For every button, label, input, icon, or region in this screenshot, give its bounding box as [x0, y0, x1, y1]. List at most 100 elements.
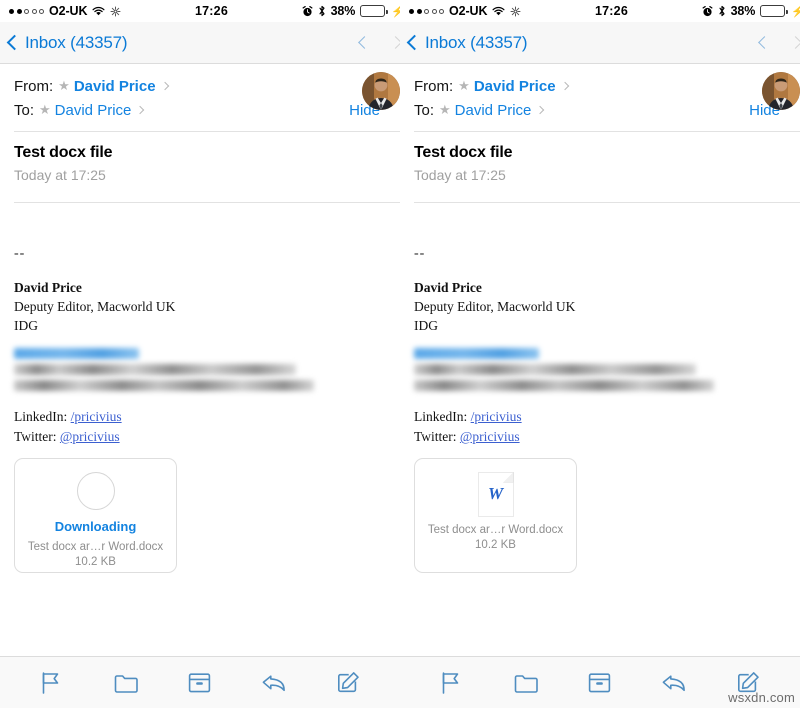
back-label: Inbox (43357) [425, 32, 528, 52]
back-to-inbox-button[interactable]: Inbox (43357) [406, 32, 528, 53]
twitter-row: Twitter: @pricivius [14, 427, 398, 447]
signature-separator: -- [414, 246, 426, 261]
attachment-state-label: Downloading [54, 518, 137, 534]
signal-strength-icon [409, 8, 444, 14]
linkedin-link[interactable]: /pricivius [471, 409, 522, 424]
redacted-address-line [414, 380, 714, 392]
twitter-link[interactable]: @pricivius [460, 429, 520, 444]
message-date: Today at 17:25 [14, 167, 106, 183]
header-divider [414, 131, 800, 132]
to-label: To: [414, 101, 435, 119]
attachment-card[interactable]: W Test docx ar…r Word.docx 10.2 KB [414, 457, 577, 573]
message-subject: Test docx file [14, 144, 113, 161]
redacted-contact-details [414, 348, 798, 392]
move-to-folder-button[interactable] [104, 663, 148, 703]
linkedin-row: LinkedIn: /pricivius [14, 407, 398, 427]
archive-button[interactable] [578, 663, 622, 703]
star-icon[interactable]: ★ [58, 78, 70, 94]
folder-icon [514, 672, 538, 694]
chevron-right-icon [536, 105, 545, 115]
chevron-left-icon [406, 34, 423, 51]
message-subject: Test docx file [414, 144, 513, 161]
redacted-email-line [14, 348, 139, 360]
signature-title: Deputy Editor, Macworld UK [14, 299, 176, 315]
word-letter: W [487, 484, 504, 504]
navigation-bar: Inbox (43357) [0, 22, 400, 64]
star-icon[interactable]: ★ [458, 78, 470, 94]
archive-button[interactable] [178, 663, 222, 703]
phone-screenshot-left: O2-UK 17:26 38% ⚡ Inbox (43357) From: ★ … [0, 0, 400, 708]
battery-icon [760, 5, 788, 17]
charging-bolt-icon: ⚡ [391, 5, 400, 18]
back-to-inbox-button[interactable]: Inbox (43357) [6, 33, 128, 53]
clock-label: 17:26 [595, 4, 628, 18]
message-header: From: ★ David Price To: ★ David Price Hi… [0, 64, 400, 132]
flag-icon [40, 671, 62, 695]
flag-button[interactable] [429, 663, 473, 703]
attachment-filesize: 10.2 KB [475, 538, 516, 551]
linkedin-label: LinkedIn: [14, 409, 68, 425]
header-divider [14, 131, 400, 132]
reply-button[interactable] [252, 663, 296, 703]
bottom-toolbar [400, 656, 800, 708]
redacted-phone-line [14, 364, 296, 376]
move-to-folder-button[interactable] [504, 663, 548, 703]
message-body: -- David Price Deputy Editor, Macworld U… [400, 203, 800, 573]
chevron-right-icon [560, 81, 569, 91]
reply-button[interactable] [652, 663, 696, 703]
wifi-icon [92, 6, 105, 16]
carrier-label: O2-UK [49, 4, 88, 18]
social-links: LinkedIn: /pricivius Twitter: @pricivius [14, 407, 398, 446]
redacted-contact-details [14, 348, 398, 392]
signature-block: David Price Deputy Editor, Macworld UK I… [14, 278, 398, 335]
twitter-link[interactable]: @pricivius [60, 429, 120, 444]
sync-icon [510, 6, 521, 17]
chevron-left-icon [6, 34, 23, 51]
status-bar: O2-UK 17:26 38% ⚡ [400, 0, 800, 22]
star-icon[interactable]: ★ [39, 102, 51, 118]
compose-button[interactable] [327, 663, 371, 703]
battery-percent-label: 38% [330, 4, 356, 18]
message-body: -- David Price Deputy Editor, Macworld U… [0, 203, 400, 573]
to-contact-name[interactable]: David Price [455, 102, 532, 119]
signature-block: David Price Deputy Editor, Macworld UK I… [414, 278, 798, 335]
from-label: From: [14, 77, 54, 95]
twitter-label: Twitter: [14, 429, 57, 445]
linkedin-link[interactable]: /pricivius [71, 409, 122, 424]
previous-message-button[interactable] [758, 36, 771, 49]
redacted-address-line [14, 380, 314, 392]
word-document-icon: W [477, 471, 514, 517]
signature-name: David Price [414, 280, 482, 295]
linkedin-label: LinkedIn: [414, 409, 468, 425]
twitter-label: Twitter: [414, 429, 457, 445]
reply-icon [661, 672, 687, 694]
contact-avatar[interactable] [362, 72, 400, 110]
contact-avatar[interactable] [762, 72, 800, 110]
compose-icon [337, 671, 360, 694]
flag-icon [440, 671, 462, 695]
signature-company: IDG [414, 318, 438, 334]
flag-button[interactable] [29, 663, 73, 703]
next-message-button [389, 36, 400, 49]
attachment-card[interactable]: Downloading Test docx ar…r Word.docx 10.… [14, 457, 177, 573]
archive-icon [188, 672, 211, 694]
phone-screenshot-right: O2-UK 17:26 38% ⚡ Inbox (43357) From: ★ … [400, 0, 800, 708]
redacted-phone-line [414, 364, 696, 376]
charging-bolt-icon: ⚡ [791, 5, 800, 18]
from-contact-name[interactable]: David Price [474, 78, 556, 95]
from-contact-name[interactable]: David Price [74, 78, 156, 95]
progress-ring-icon [76, 471, 115, 510]
to-contact-name[interactable]: David Price [55, 102, 132, 119]
compose-button[interactable] [727, 663, 771, 703]
signature-company: IDG [14, 318, 38, 334]
bottom-toolbar [0, 656, 400, 708]
compose-icon [737, 671, 760, 694]
previous-message-button[interactable] [358, 36, 371, 49]
wifi-icon [492, 6, 505, 16]
subject-block: Test docx file Today at 17:25 [0, 132, 400, 193]
social-links: LinkedIn: /pricivius Twitter: @pricivius [414, 407, 798, 446]
subject-block: Test docx file Today at 17:25 [400, 132, 800, 193]
alarm-clock-icon [302, 5, 313, 17]
star-icon[interactable]: ★ [439, 102, 451, 118]
folder-icon [114, 672, 138, 694]
